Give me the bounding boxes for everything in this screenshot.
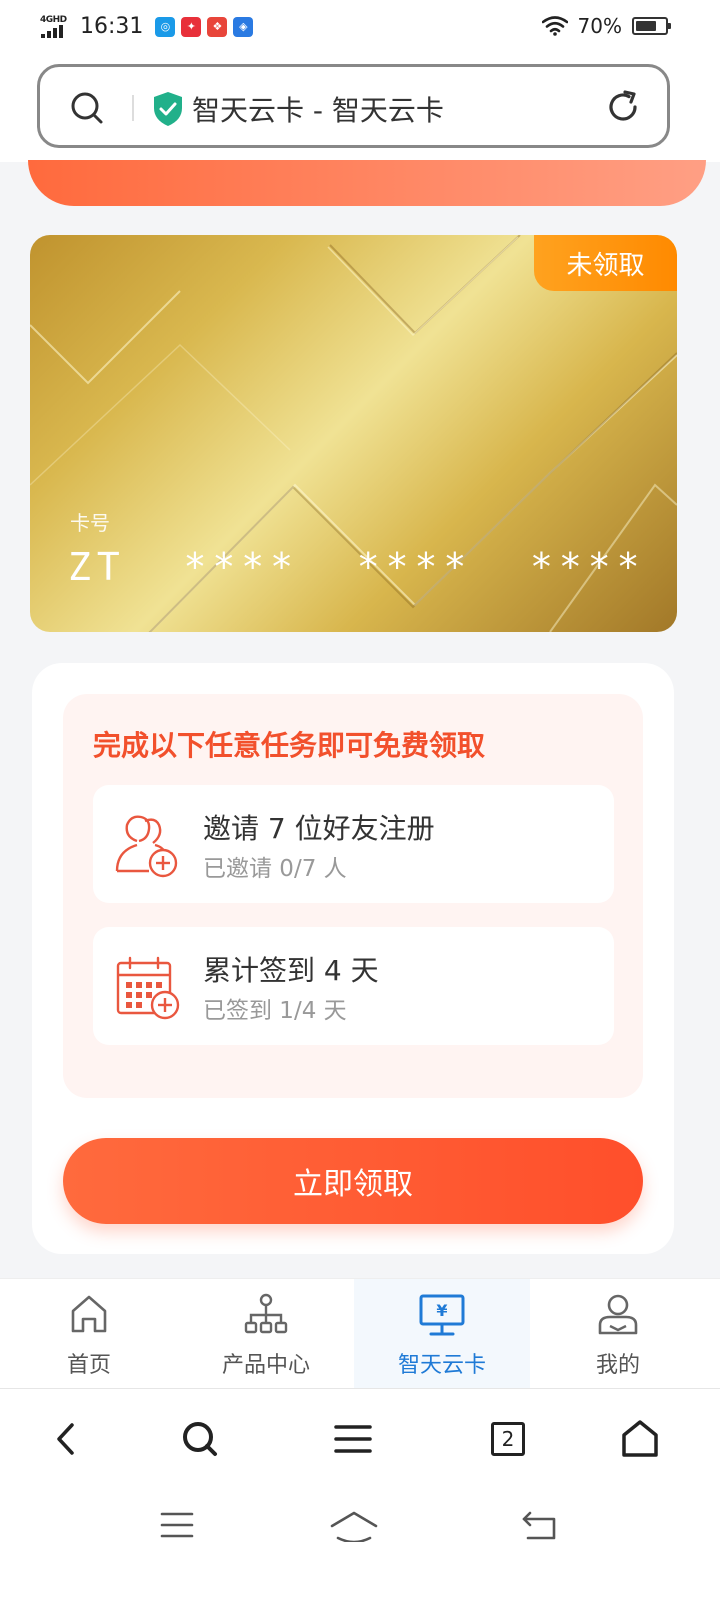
status-bar: 4GHD 16:31 ◎ ✦ ❖ ◈ 70% bbox=[0, 0, 720, 58]
app-notification-icon-4: ◈ bbox=[233, 16, 254, 37]
claim-button[interactable]: 立即领取 bbox=[63, 1138, 643, 1224]
task-heading: 完成以下任意任务即可免费领取 bbox=[93, 729, 486, 762]
calendar-checkin-icon bbox=[116, 956, 180, 1020]
tabs-icon: 2 bbox=[491, 1422, 525, 1456]
task-progress: 已签到 1/4 天 bbox=[203, 998, 347, 1024]
membership-card: 未领取 卡号 ZT **** **** **** bbox=[30, 235, 677, 632]
task-title: 邀请 7 位好友注册 bbox=[203, 812, 435, 845]
svg-text:¥: ¥ bbox=[436, 1301, 447, 1320]
monitor-yuan-icon: ¥ bbox=[419, 1294, 465, 1336]
address-bar[interactable]: 智天云卡 - 智天云卡 bbox=[37, 64, 670, 148]
network-type: 4GHD bbox=[40, 14, 67, 25]
search-button[interactable] bbox=[178, 1417, 222, 1461]
task-panel: 完成以下任意任务即可免费领取 邀请 7 位好友注册 已邀请 0/7 人 累计签到… bbox=[63, 694, 643, 1098]
app-notification-icon-2: ✦ bbox=[181, 16, 202, 37]
tab-home[interactable]: 首页 bbox=[0, 1279, 178, 1389]
tab-cloud-card[interactable]: ¥ 智天云卡 bbox=[354, 1279, 530, 1389]
bottom-tab-bar: 首页 产品中心 ¥ 智天云卡 我的 bbox=[0, 1278, 720, 1389]
card-number: ZT **** **** **** bbox=[68, 545, 646, 589]
system-home-icon[interactable] bbox=[330, 1510, 378, 1542]
chevron-left-icon bbox=[57, 1423, 74, 1455]
tab-products[interactable]: 产品中心 bbox=[178, 1279, 354, 1389]
home-icon bbox=[71, 1295, 107, 1333]
battery-icon bbox=[632, 17, 671, 35]
home-button[interactable] bbox=[618, 1417, 662, 1461]
home-outline-icon bbox=[622, 1420, 658, 1457]
system-navigation-bar bbox=[0, 1488, 720, 1600]
back-button[interactable] bbox=[44, 1417, 88, 1461]
browser-toolbar: 2 bbox=[0, 1388, 720, 1488]
user-profile-icon bbox=[598, 1294, 638, 1335]
tab-mine[interactable]: 我的 bbox=[530, 1279, 706, 1389]
status-time: 16:31 bbox=[80, 14, 144, 39]
battery-percent: 70% bbox=[577, 14, 622, 38]
tab-count: 2 bbox=[501, 1427, 515, 1451]
status-badge: 未领取 bbox=[534, 235, 677, 291]
menu-button[interactable] bbox=[331, 1417, 375, 1461]
wifi-icon bbox=[541, 16, 568, 36]
refresh-icon[interactable] bbox=[605, 89, 641, 125]
search-icon bbox=[183, 1422, 217, 1456]
task-progress: 已邀请 0/7 人 bbox=[203, 856, 347, 882]
menu-icon bbox=[334, 1425, 372, 1453]
secure-shield-icon bbox=[154, 92, 182, 126]
app-notification-icon-3: ❖ bbox=[207, 16, 228, 37]
search-icon[interactable] bbox=[70, 91, 104, 125]
task-item-invite[interactable]: 邀请 7 位好友注册 已邀请 0/7 人 bbox=[93, 785, 614, 903]
system-back-icon[interactable] bbox=[520, 1510, 558, 1542]
task-card: 完成以下任意任务即可免费领取 邀请 7 位好友注册 已邀请 0/7 人 累计签到… bbox=[32, 663, 674, 1254]
cellular-signal-icon: 4GHD bbox=[40, 15, 74, 39]
browser-address-area: 智天云卡 - 智天云卡 bbox=[0, 58, 720, 162]
tab-label: 首页 bbox=[66, 1353, 111, 1378]
tab-label: 智天云卡 bbox=[397, 1353, 486, 1378]
header-banner bbox=[28, 160, 706, 206]
card-number-label: 卡号 bbox=[70, 511, 110, 535]
org-chart-icon bbox=[244, 1293, 288, 1334]
app-notification-icon-1: ◎ bbox=[155, 16, 176, 37]
address-divider bbox=[132, 95, 134, 121]
task-title: 累计签到 4 天 bbox=[203, 954, 379, 987]
page-title[interactable]: 智天云卡 - 智天云卡 bbox=[192, 89, 444, 129]
invite-friends-icon bbox=[115, 815, 178, 878]
tab-label: 我的 bbox=[595, 1353, 640, 1378]
task-item-checkin[interactable]: 累计签到 4 天 已签到 1/4 天 bbox=[93, 927, 614, 1045]
tabs-button[interactable]: 2 bbox=[486, 1417, 530, 1461]
tab-label: 产品中心 bbox=[221, 1353, 310, 1378]
recent-apps-icon[interactable] bbox=[160, 1510, 194, 1540]
